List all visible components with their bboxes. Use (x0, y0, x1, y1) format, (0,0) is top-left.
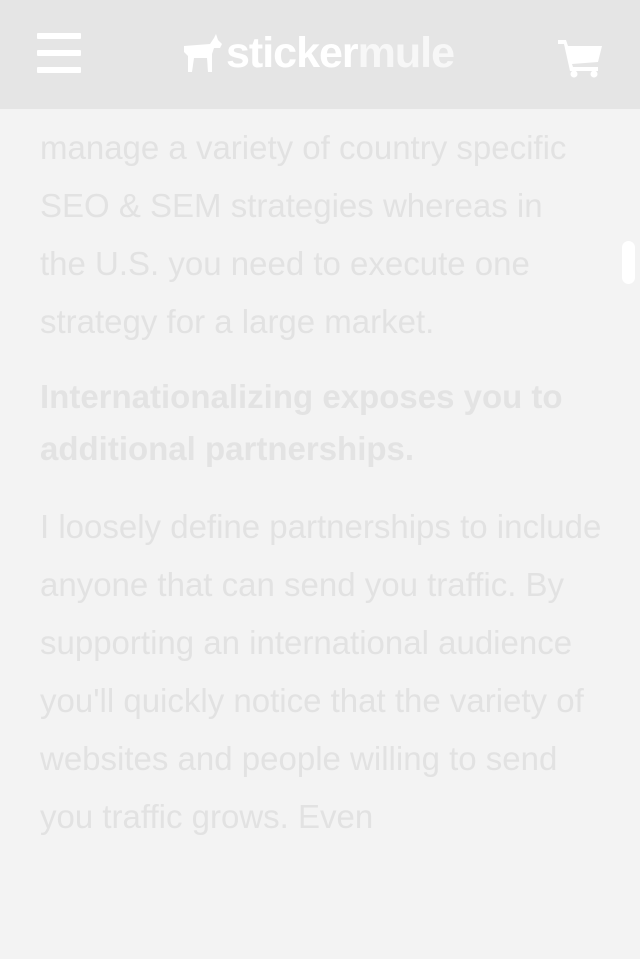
section-heading: Internationalizing exposes you to additi… (40, 378, 563, 467)
scrollbar-thumb[interactable] (622, 241, 635, 284)
article-paragraph: I loosely define partnerships to include… (40, 508, 602, 835)
top-header: stickermule (0, 0, 640, 109)
hamburger-menu-icon[interactable] (37, 33, 81, 73)
mule-logo-icon (184, 34, 222, 72)
logo-wordmark: stickermule (226, 28, 455, 77)
logo-text-mule: mule (357, 28, 455, 77)
stickermule-logo[interactable]: stickermule (180, 28, 455, 78)
shopping-cart-icon[interactable] (558, 38, 604, 78)
page: stickermule manage a variety of country … (0, 0, 640, 959)
article-paragraph: manage a variety of country specific SEO… (40, 129, 567, 340)
logo-text-sticker: sticker (226, 28, 359, 77)
article-content: manage a variety of country specific SEO… (40, 119, 610, 846)
